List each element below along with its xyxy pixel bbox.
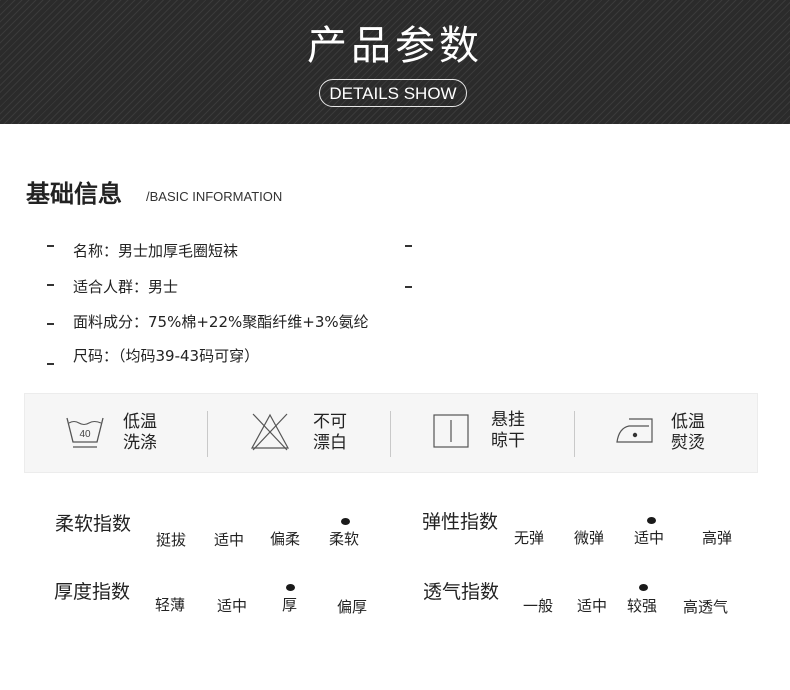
bullet-marker xyxy=(405,245,412,247)
details-show-badge: DETAILS SHOW xyxy=(319,79,467,107)
breathability-option: 一般 xyxy=(523,597,554,615)
info-target-group: 适合人群：男士 xyxy=(73,278,179,296)
page-title: 产品参数 xyxy=(307,23,483,69)
thickness-index-title: 厚度指数 xyxy=(54,581,131,603)
bullet-marker xyxy=(47,363,54,365)
elasticity-option-selected: 适中 xyxy=(634,529,665,547)
divider xyxy=(574,411,575,457)
care-item-dry: 悬挂 晾干 xyxy=(433,394,593,474)
svg-text:40: 40 xyxy=(79,429,91,440)
care-item-wash: 40 低温 洗涤 xyxy=(65,394,225,474)
breathability-option: 适中 xyxy=(577,597,608,615)
elasticity-option: 高弹 xyxy=(702,529,733,547)
basic-info-title: 基础信息 xyxy=(26,180,122,208)
thickness-option: 偏厚 xyxy=(337,598,368,616)
divider xyxy=(390,411,391,457)
care-label-iron: 低温 熨烫 xyxy=(671,412,705,453)
info-name: 名称：男士加厚毛圈短袜 xyxy=(73,242,239,260)
softness-selected-marker xyxy=(341,518,350,525)
softness-option-selected: 柔软 xyxy=(329,530,360,548)
bullet-marker xyxy=(47,284,54,286)
info-size: 尺码：（均码39-43码可穿） xyxy=(73,347,260,365)
hang-dry-icon xyxy=(433,414,469,448)
wash-40-icon: 40 xyxy=(66,417,104,448)
care-label-wash: 低温 洗涤 xyxy=(123,412,157,453)
elasticity-option: 微弹 xyxy=(574,529,605,547)
breathability-option-selected: 较强 xyxy=(627,597,658,615)
info-fabric: 面料成分：75%棉+22%聚酯纤维+3%氨纶 xyxy=(73,313,369,331)
breathability-selected-marker xyxy=(639,584,648,591)
header-banner: 产品参数 DETAILS SHOW xyxy=(0,0,790,124)
softness-option: 偏柔 xyxy=(270,530,301,548)
breathability-index-title: 透气指数 xyxy=(423,581,500,603)
thickness-selected-marker xyxy=(286,584,295,591)
elasticity-selected-marker xyxy=(647,517,656,524)
basic-info-subtitle: /BASIC INFORMATION xyxy=(146,189,283,204)
bullet-marker xyxy=(47,245,54,247)
softness-option: 挺拔 xyxy=(156,531,187,549)
care-instructions-panel: 40 低温 洗涤 不可 漂白 悬挂 晾干 低温 熨烫 xyxy=(24,393,758,473)
iron-low-icon xyxy=(616,418,653,443)
divider xyxy=(207,411,208,457)
elasticity-index-title: 弹性指数 xyxy=(422,511,499,533)
care-item-iron: 低温 熨烫 xyxy=(615,394,755,474)
no-bleach-icon xyxy=(250,413,290,451)
thickness-option-selected: 厚 xyxy=(282,596,298,614)
thickness-option: 轻薄 xyxy=(155,596,186,614)
elasticity-option: 无弹 xyxy=(514,529,545,547)
bullet-marker xyxy=(405,286,412,288)
bullet-marker xyxy=(47,323,54,325)
care-label-dry: 悬挂 晾干 xyxy=(491,410,525,451)
breathability-option: 高透气 xyxy=(683,598,729,616)
softness-index-title: 柔软指数 xyxy=(55,513,132,535)
care-label-bleach: 不可 漂白 xyxy=(313,412,347,453)
thickness-option: 适中 xyxy=(217,597,248,615)
care-item-bleach: 不可 漂白 xyxy=(249,394,409,474)
softness-option: 适中 xyxy=(214,531,245,549)
